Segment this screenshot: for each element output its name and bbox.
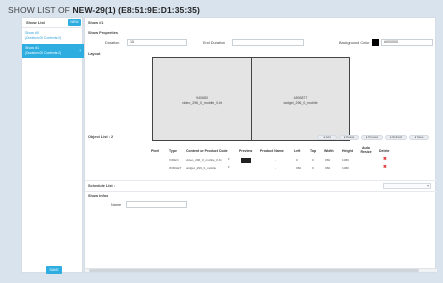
refresh-button[interactable]: ● Refresh: [385, 135, 407, 140]
sidebar-item-show-1[interactable]: Show #1 (Duration:00 Contents:2) ›: [22, 44, 84, 58]
layout-panel-video[interactable]: 940683 video_296_0_mobile_0.bt: [152, 57, 252, 141]
preview-button[interactable]: ● Preview: [361, 135, 383, 140]
chevron-down-icon[interactable]: ▾: [228, 157, 230, 161]
col-header-content-code: Content or Product Code: [186, 149, 228, 153]
cell-left: 0: [296, 158, 298, 162]
show-detail-panel: Show #1 Show Properties Duration 15 End …: [84, 17, 437, 273]
layout-label: Layout: [88, 52, 101, 56]
delete-icon[interactable]: ✖: [383, 164, 387, 170]
background-color-label: Background Color: [339, 41, 370, 45]
sidebar-item-show-0[interactable]: Show #0 (Duration:00 Contents:0): [22, 29, 84, 43]
cell-top: 0: [312, 158, 314, 162]
show-properties-label: Show Properties: [88, 31, 118, 35]
cell-height: 1080: [342, 158, 349, 162]
background-color-swatch[interactable]: [372, 39, 379, 46]
save-objects-button[interactable]: ● Save: [409, 135, 429, 140]
divider: [85, 191, 437, 192]
duration-input[interactable]: 15: [127, 39, 187, 46]
preview-thumbnail[interactable]: [241, 158, 251, 163]
col-header-preview: Preview: [239, 149, 253, 153]
sidebar-item-subtitle: (Duration:00 Contents:0): [25, 36, 62, 40]
col-header-type: Type: [169, 149, 177, 153]
add-object-button[interactable]: ● Add: [317, 135, 337, 140]
end-duration-input[interactable]: [232, 39, 304, 46]
cell-product-name: -: [275, 166, 277, 170]
cell-width: 960: [325, 158, 331, 162]
sidebar-item-title: Show #1: [25, 46, 39, 50]
chevron-down-icon: ▾: [426, 183, 429, 188]
page-title: SHOW LIST OF NEW-29(1) (E8:51:9E:D1:35:3…: [8, 5, 200, 15]
save-button[interactable]: SAVE: [46, 266, 62, 274]
panel-id: 940683: [196, 96, 208, 100]
sidebar-header-label: Show List: [26, 20, 45, 25]
chevron-down-icon[interactable]: ▾: [228, 165, 230, 169]
cell-type: WIDGET: [169, 166, 182, 170]
name-input[interactable]: [126, 201, 187, 208]
schedule-list-label: Schedule List :: [88, 184, 116, 188]
cell-left: 960: [296, 166, 302, 170]
horizontal-scrollbar[interactable]: [85, 268, 437, 272]
scrollbar-thumb[interactable]: [89, 269, 419, 272]
delete-icon[interactable]: ✖: [383, 156, 387, 162]
cell-content-code[interactable]: video_296_0_mobile_0.bt: [186, 158, 221, 162]
col-header-height: Height: [342, 149, 353, 153]
new-show-button[interactable]: NEW: [68, 19, 81, 26]
cell-content-code[interactable]: widget_296_0_mobile: [186, 166, 216, 170]
sidebar-header: Show List NEW: [22, 18, 84, 28]
end-duration-label: End Duration: [203, 41, 226, 45]
show-header: Show #1: [88, 21, 104, 25]
col-header-left: Left: [294, 149, 301, 153]
col-header-delete: Delete: [379, 149, 390, 153]
col-header-pixel: Pixel: [151, 149, 160, 153]
schedule-dropdown[interactable]: ▾: [383, 183, 431, 189]
col-header-top: Top: [310, 149, 317, 153]
show-infos-label: Show Infos: [88, 194, 109, 198]
col-header-width: Width: [324, 149, 334, 153]
panel-id: 4893877: [293, 96, 308, 100]
layout-panel-widget[interactable]: 4893877 widget_296_0_mobile: [251, 57, 350, 141]
cell-product-name: -: [275, 158, 277, 162]
cell-height: 1080: [342, 166, 349, 170]
layout-canvas: 940683 video_296_0_mobile_0.bt 4893877 w…: [152, 57, 350, 141]
cell-type: VIDEO: [169, 158, 179, 162]
background-color-input[interactable]: #000000: [381, 39, 433, 46]
show-list-sidebar: Show List NEW Show #0 (Duration:00 Conte…: [21, 17, 84, 274]
panel-content-name: widget_296_0_mobile: [283, 101, 318, 105]
panel-content-name: video_296_0_mobile_0.bt: [181, 101, 223, 105]
col-header-auto-resize: Auto Resize: [360, 146, 372, 154]
delete-object-button[interactable]: ● Delete: [339, 135, 359, 140]
sidebar-item-title: Show #0: [25, 31, 39, 35]
name-label: Name: [111, 203, 122, 207]
object-list-label: Object List : 2: [88, 135, 114, 139]
divider: [85, 180, 437, 181]
cell-top: 0: [312, 166, 314, 170]
chevron-right-icon: ›: [79, 48, 81, 54]
col-header-product-name: Product Name: [260, 149, 284, 153]
duration-label: Duration: [105, 41, 120, 45]
sidebar-item-subtitle: (Duration:00 Contents:2): [25, 51, 62, 55]
cell-width: 960: [325, 166, 331, 170]
